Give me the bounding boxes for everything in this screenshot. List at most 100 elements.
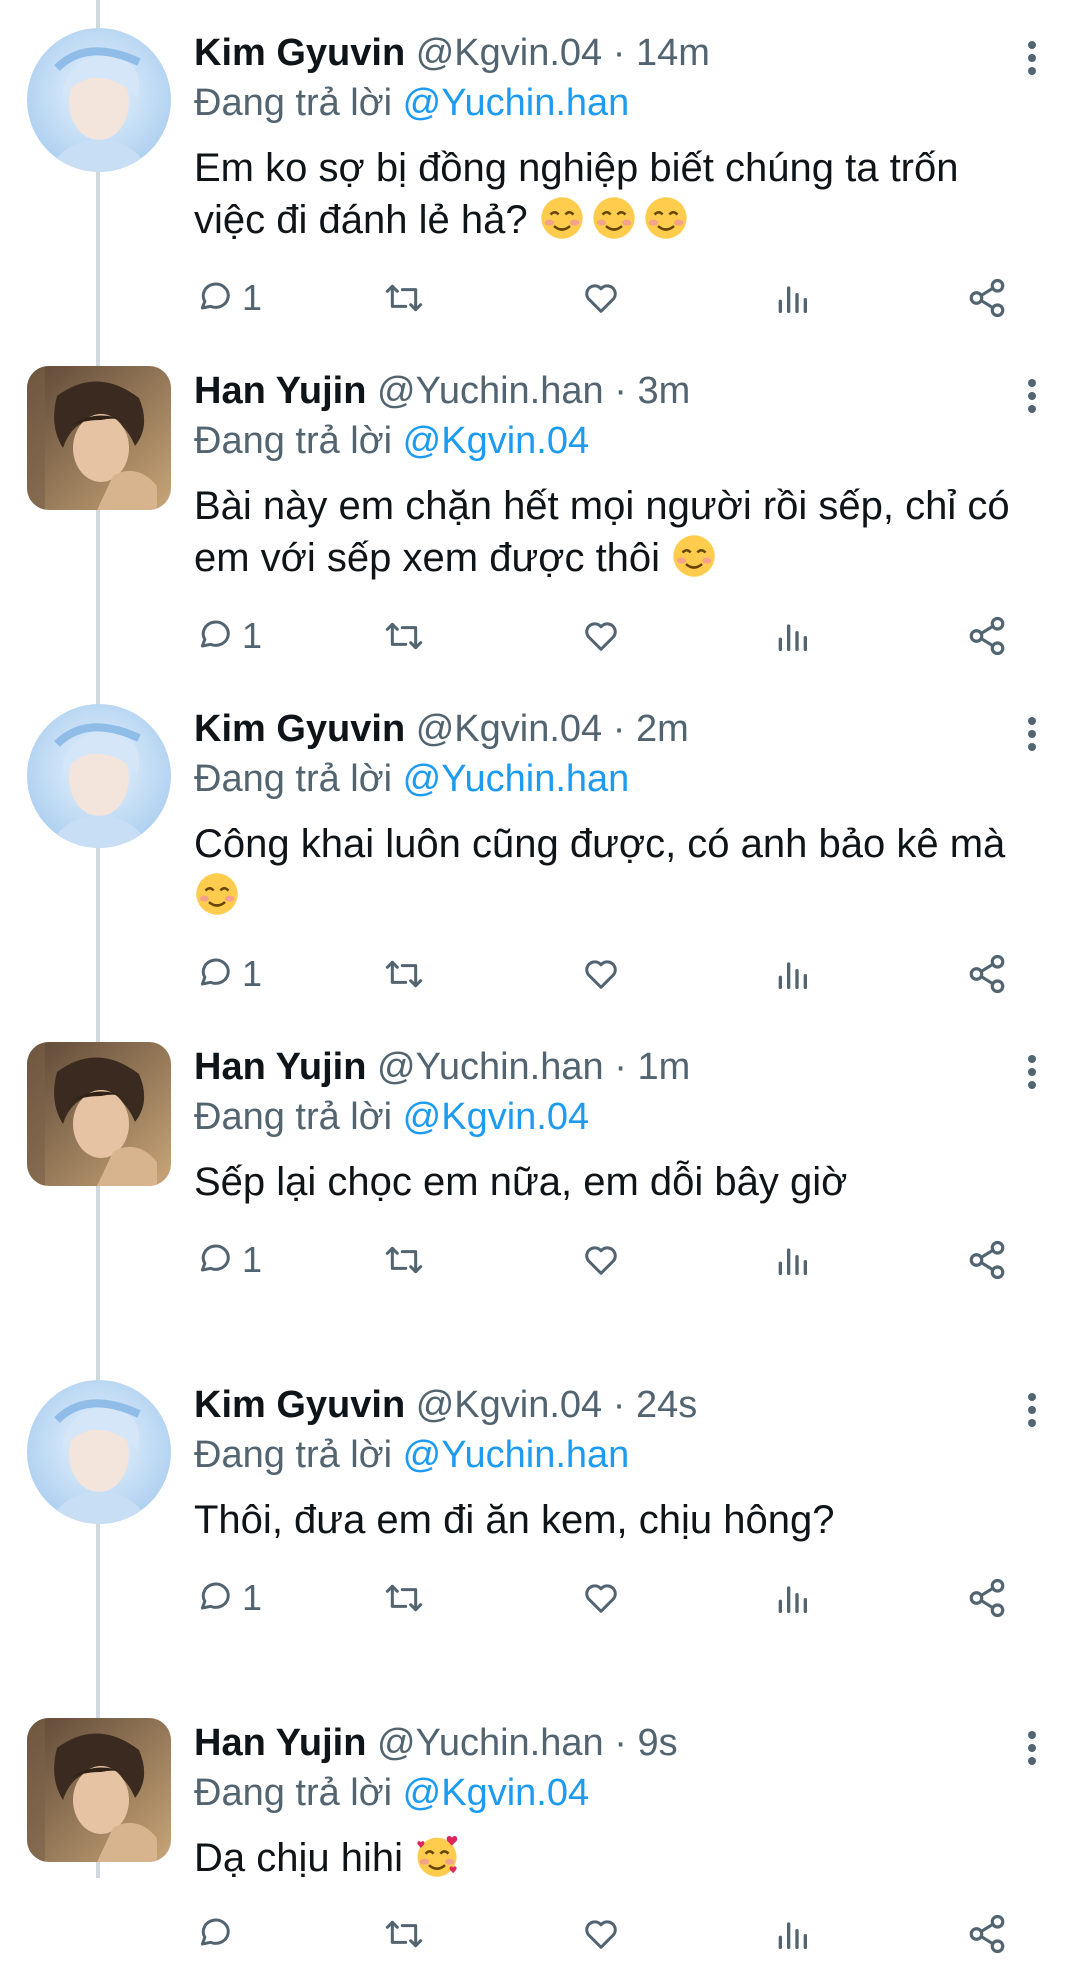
views-button[interactable]	[774, 1568, 810, 1628]
reply-button[interactable]: 1	[194, 1230, 262, 1290]
mention-link[interactable]: @Yuchin.han	[403, 82, 630, 124]
share-button[interactable]	[966, 944, 1008, 1004]
more-vertical-icon	[1028, 1055, 1036, 1089]
retweet-button[interactable]	[382, 268, 426, 328]
smiling-face-icon	[196, 873, 238, 915]
reply-button[interactable]: 1	[194, 944, 262, 1004]
views-button[interactable]	[774, 268, 810, 328]
like-button[interactable]	[580, 606, 622, 666]
reply-icon	[200, 1582, 230, 1610]
mention-link[interactable]: @Kgvin.04	[403, 1772, 589, 1814]
more-options-button[interactable]	[1012, 372, 1052, 420]
share-button[interactable]	[966, 1904, 1008, 1964]
display-name[interactable]: Kim Gyuvin	[194, 32, 405, 74]
reply-icon	[200, 958, 230, 986]
avatar-han-yujin[interactable]	[27, 1042, 171, 1186]
avatar-kim-gyuvin[interactable]	[27, 1380, 171, 1524]
views-button[interactable]	[774, 1904, 810, 1964]
separator-dot: ·	[602, 708, 636, 750]
tweet[interactable]: Han Yujin @Yuchin.han · 3m Đang trả lời …	[0, 338, 1080, 676]
more-vertical-icon	[1028, 1393, 1036, 1427]
like-icon	[585, 1920, 617, 1949]
more-options-button[interactable]	[1012, 34, 1052, 82]
username-handle[interactable]: @Yuchin.han	[377, 370, 604, 412]
like-icon	[585, 622, 617, 651]
share-button[interactable]	[966, 268, 1008, 328]
tweet[interactable]: Kim Gyuvin @Kgvin.04 · 2m Đang trả lời @…	[0, 676, 1080, 1014]
like-button[interactable]	[580, 1230, 622, 1290]
avatar-kim-gyuvin[interactable]	[27, 28, 171, 172]
display-name[interactable]: Han Yujin	[194, 370, 366, 412]
share-icon	[969, 1914, 1005, 1954]
tweet-body: Thôi, đưa em đi ăn kem, chịu hông?	[194, 1494, 1040, 1546]
smiling-face-with-hearts-icon	[417, 1835, 458, 1877]
tweet[interactable]: Kim Gyuvin @Kgvin.04 · 14m Đang trả lời …	[0, 0, 1080, 338]
tweet-body: Công khai luôn cũng được, có anh bảo kê …	[194, 818, 1040, 922]
username-handle[interactable]: @Kgvin.04	[416, 1384, 602, 1426]
like-button[interactable]	[580, 1568, 622, 1628]
retweet-button[interactable]	[382, 1230, 426, 1290]
tweet[interactable]: Han Yujin @Yuchin.han · 1m Đang trả lời …	[0, 1014, 1080, 1352]
replying-to-line: Đang trả lời @Kgvin.04	[194, 1768, 1040, 1818]
reply-button[interactable]: 1	[194, 268, 262, 328]
avatar-han-yujin[interactable]	[27, 366, 171, 510]
views-button[interactable]	[774, 1230, 810, 1290]
avatar-han-yujin[interactable]	[27, 1718, 171, 1862]
username-handle[interactable]: @Yuchin.han	[377, 1722, 604, 1764]
mention-link[interactable]: @Yuchin.han	[403, 1434, 630, 1476]
like-icon	[585, 1584, 617, 1613]
display-name[interactable]: Han Yujin	[194, 1722, 366, 1764]
retweet-button[interactable]	[382, 944, 426, 1004]
reply-button[interactable]: 1	[194, 1568, 262, 1628]
share-button[interactable]	[966, 1230, 1008, 1290]
like-button[interactable]	[580, 1904, 622, 1964]
timestamp[interactable]: 1m	[637, 1046, 690, 1088]
display-name[interactable]: Han Yujin	[194, 1046, 366, 1088]
reply-button[interactable]: 1	[194, 606, 262, 666]
views-button[interactable]	[774, 606, 810, 666]
replying-to-line: Đang trả lời @Yuchin.han	[194, 754, 1040, 804]
username-handle[interactable]: @Kgvin.04	[416, 32, 602, 74]
username-handle[interactable]: @Yuchin.han	[377, 1046, 604, 1088]
username-handle[interactable]: @Kgvin.04	[416, 708, 602, 750]
timestamp[interactable]: 3m	[637, 370, 690, 412]
views-icon	[778, 286, 807, 313]
smiling-face-icon	[541, 197, 583, 239]
views-button[interactable]	[774, 944, 810, 1004]
more-options-button[interactable]	[1012, 1724, 1052, 1772]
views-icon	[778, 962, 807, 989]
replying-to-line: Đang trả lời @Yuchin.han	[194, 1430, 1040, 1480]
more-options-button[interactable]	[1012, 1048, 1052, 1096]
share-button[interactable]	[966, 1568, 1008, 1628]
reply-button[interactable]	[194, 1904, 242, 1964]
like-button[interactable]	[580, 268, 622, 328]
tweet-text: Bài này em chặn hết mọi người rồi sếp, c…	[194, 484, 1010, 580]
retweet-button[interactable]	[382, 1568, 426, 1628]
display-name[interactable]: Kim Gyuvin	[194, 708, 405, 750]
tweet-text: Công khai luôn cũng được, có anh bảo kê …	[194, 822, 1006, 866]
more-vertical-icon	[1028, 379, 1036, 413]
timestamp[interactable]: 24s	[636, 1384, 697, 1426]
more-options-button[interactable]	[1012, 710, 1052, 758]
tweet-body: Bài này em chặn hết mọi người rồi sếp, c…	[194, 480, 1040, 584]
retweet-icon	[385, 1584, 423, 1612]
tweet[interactable]: Kim Gyuvin @Kgvin.04 · 24s Đang trả lời …	[0, 1352, 1080, 1690]
timestamp[interactable]: 9s	[637, 1722, 677, 1764]
replying-to-label: Đang trả lời	[194, 1096, 403, 1138]
retweet-button[interactable]	[382, 1904, 426, 1964]
timestamp[interactable]: 14m	[636, 32, 710, 74]
share-button[interactable]	[966, 606, 1008, 666]
tweet-header: Han Yujin @Yuchin.han · 3m	[194, 366, 1040, 416]
mention-link[interactable]: @Kgvin.04	[403, 1096, 589, 1138]
like-button[interactable]	[580, 944, 622, 1004]
avatar-kim-gyuvin[interactable]	[27, 704, 171, 848]
display-name[interactable]: Kim Gyuvin	[194, 1384, 405, 1426]
mention-link[interactable]: @Kgvin.04	[403, 420, 589, 462]
mention-link[interactable]: @Yuchin.han	[403, 758, 630, 800]
reply-count: 1	[242, 615, 263, 656]
smiling-face-icon	[645, 197, 687, 239]
timestamp[interactable]: 2m	[636, 708, 689, 750]
tweet[interactable]: Han Yujin @Yuchin.han · 9s Đang trả lời …	[0, 1690, 1080, 1954]
more-options-button[interactable]	[1012, 1386, 1052, 1434]
retweet-button[interactable]	[382, 606, 426, 666]
